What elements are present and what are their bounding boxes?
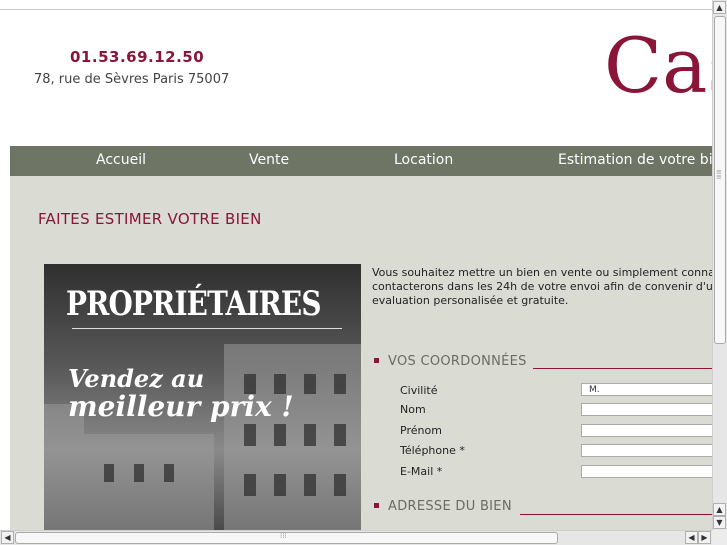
nom-label: Nom bbox=[400, 403, 426, 416]
window-shape bbox=[304, 474, 316, 496]
bullet-icon bbox=[374, 358, 379, 363]
window-shape bbox=[274, 474, 286, 496]
window-shape bbox=[104, 464, 114, 482]
nav-item-accueil[interactable]: Accueil bbox=[96, 152, 146, 168]
window-shape bbox=[304, 374, 316, 394]
window-shape bbox=[334, 474, 346, 496]
scroll-up-icon[interactable]: ▲ bbox=[713, 503, 726, 516]
grip-icon: ⁞⁞⁞ bbox=[280, 532, 287, 540]
browser-viewport: 01.53.69.12.50 78, rue de Sèvres Paris 7… bbox=[0, 0, 712, 530]
section-divider bbox=[520, 514, 712, 515]
section-coordonnees-heading: VOS COORDONNÉES bbox=[374, 354, 527, 369]
building-shape bbox=[84, 434, 214, 530]
prenom-label: Prénom bbox=[400, 424, 442, 437]
agency-address: 78, rue de Sèvres Paris 75007 bbox=[34, 72, 230, 87]
nav-item-location[interactable]: Location bbox=[394, 152, 453, 168]
section-coordonnees-label: VOS COORDONNÉES bbox=[388, 354, 527, 369]
telephone-input[interactable] bbox=[581, 444, 712, 457]
section-divider bbox=[533, 368, 712, 369]
scroll-left-icon[interactable]: ◀ bbox=[685, 531, 698, 544]
civilite-select[interactable] bbox=[581, 383, 712, 396]
site-header: 01.53.69.12.50 78, rue de Sèvres Paris 7… bbox=[10, 10, 712, 146]
promo-title: PROPRIÉTAIRES bbox=[66, 284, 321, 324]
intro-line: Vous souhaitez mettre un bien en vente o… bbox=[372, 266, 712, 279]
telephone-label: Téléphone * bbox=[400, 444, 465, 457]
grip-icon: ≡ ≡ bbox=[716, 168, 722, 181]
window-shape bbox=[244, 424, 256, 446]
section-adresse-heading: ADRESSE DU BIEN bbox=[374, 499, 512, 514]
promo-subtitle-line1: Vendez au bbox=[68, 364, 205, 393]
site-logo[interactable]: Cas bbox=[604, 28, 712, 104]
scroll-up-icon[interactable]: ▲ bbox=[713, 1, 726, 14]
promo-subtitle-line2: meilleur prix ! bbox=[68, 390, 294, 423]
promo-banner: PROPRIÉTAIRES Vendez au meilleur prix ! bbox=[44, 264, 361, 530]
promo-divider bbox=[72, 328, 342, 329]
phone-number: 01.53.69.12.50 bbox=[70, 48, 205, 66]
window-shape bbox=[274, 424, 286, 446]
window-shape bbox=[164, 464, 174, 482]
civilite-label: Civilité bbox=[400, 384, 438, 397]
scroll-right-icon[interactable]: ▶ bbox=[698, 531, 711, 544]
nom-input[interactable] bbox=[581, 403, 712, 416]
nav-item-estimation[interactable]: Estimation de votre bi bbox=[558, 152, 712, 168]
page-title: FAITES ESTIMER VOTRE BIEN bbox=[38, 210, 262, 228]
prenom-input[interactable] bbox=[581, 424, 712, 437]
main-nav: Accueil Vente Location Estimation de vot… bbox=[10, 146, 712, 176]
scrollbar-corner bbox=[712, 530, 727, 545]
main-content: FAITES ESTIMER VOTRE BIEN PROPRIÉTAIRES … bbox=[10, 176, 712, 530]
window-shape bbox=[304, 424, 316, 446]
intro-text: Vous souhaitez mettre un bien en vente o… bbox=[372, 266, 712, 308]
email-input[interactable] bbox=[581, 465, 712, 478]
window-shape bbox=[334, 424, 346, 446]
intro-line: evaluation personalisée et gratuite. bbox=[372, 294, 569, 307]
intro-line: contacterons dans les 24h de votre envoi… bbox=[372, 280, 712, 293]
window-shape bbox=[134, 464, 144, 482]
window-shape bbox=[334, 374, 346, 394]
scroll-down-icon[interactable]: ▼ bbox=[713, 516, 726, 529]
email-label: E-Mail * bbox=[400, 465, 443, 478]
scroll-left-icon[interactable]: ◀ bbox=[1, 531, 14, 544]
bullet-icon bbox=[374, 503, 379, 508]
nav-item-vente[interactable]: Vente bbox=[249, 152, 289, 168]
window-shape bbox=[244, 474, 256, 496]
section-adresse-label: ADRESSE DU BIEN bbox=[388, 499, 512, 514]
